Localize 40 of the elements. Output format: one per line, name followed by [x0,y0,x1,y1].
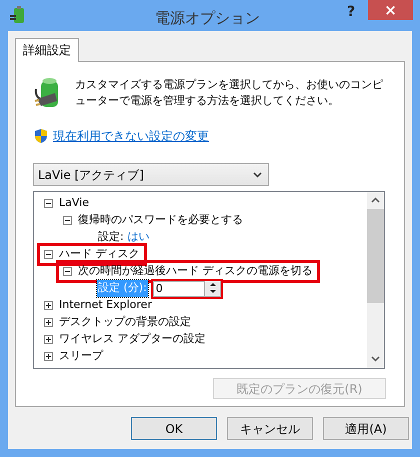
collapse-icon[interactable] [44,250,53,259]
close-button[interactable]: × [368,0,413,20]
plan-dropdown[interactable]: LaVie [アクティブ] [33,163,269,186]
expand-icon[interactable] [44,335,53,344]
expand-icon[interactable] [44,352,53,361]
dialog-button[interactable]: 適用(A) [323,417,409,440]
battery-plug-icon [9,6,26,24]
chevron-down-icon [253,172,262,178]
expand-icon[interactable] [44,301,53,310]
scrollbar[interactable] [367,192,384,368]
window-title: 電源オプション [155,8,260,29]
tree-item[interactable]: LaVie [44,195,93,212]
tree-item-label: スリープ [59,348,103,364]
dialog-button[interactable]: OK [131,417,217,440]
tree-item-label: LaVie [59,195,89,212]
collapse-icon[interactable] [63,267,72,276]
dropdown-value: LaVie [アクティブ] [38,166,145,184]
tree-item[interactable]: ハード ディスク [40,246,144,263]
setting-label: 設定 (分): [97,280,148,297]
expand-icon[interactable] [44,318,53,327]
setting-value[interactable]: はい [128,229,150,246]
tree-item[interactable]: スリープ [44,348,107,365]
shield-icon [35,129,47,143]
setting-label: 設定: [97,229,125,246]
scrollbar-thumb[interactable] [367,209,384,303]
dialog-button[interactable]: キャンセル [227,417,313,440]
spin-value: 0 [154,283,164,294]
minutes-spin-field[interactable]: 0 [152,280,221,296]
description-text: カスタマイズする電源プランを選択してから、お使いのコンピューターで電源を管理する方法を選択してください。 [75,77,384,109]
tree-item-label: Internet Explorer [59,297,152,314]
tree-item[interactable]: Internet Explorer [44,297,156,314]
collapse-icon[interactable] [63,216,72,225]
tab[interactable]: 詳細設定 [15,38,79,62]
help-button[interactable]: ? [347,2,356,23]
change-settings-link[interactable]: 現在利用できない設定の変更 [53,127,209,145]
tree-item-label: ハード ディスク [59,246,140,262]
tree-item-label: デスクトップの背景の設定 [59,314,191,330]
collapse-icon[interactable] [44,199,53,208]
tree-item[interactable]: デスクトップの背景の設定 [44,314,195,331]
spin-buttons[interactable] [204,281,220,296]
